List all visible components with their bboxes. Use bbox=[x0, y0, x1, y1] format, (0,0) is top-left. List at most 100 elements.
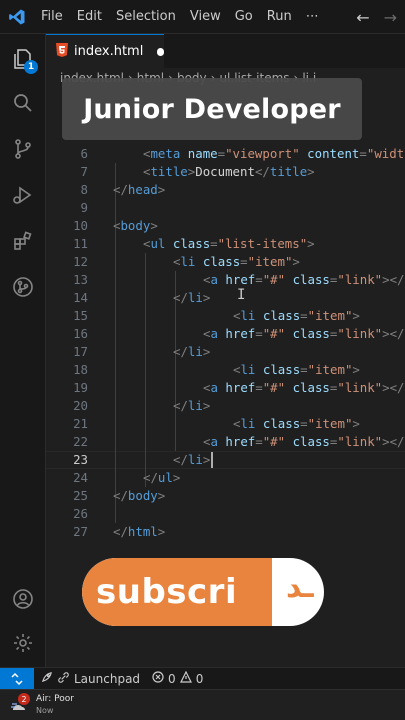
code-token: </ bbox=[113, 488, 128, 503]
menu-item[interactable]: File bbox=[34, 0, 70, 34]
code-token: a bbox=[210, 272, 218, 287]
menu-item[interactable]: Edit bbox=[70, 0, 109, 34]
code-token: "#" bbox=[262, 434, 286, 449]
code-token: "viewport" bbox=[225, 146, 300, 161]
menu-bar: File Edit Selection View Go Run ⋯ bbox=[34, 0, 326, 34]
code-line[interactable]: 27 </html> bbox=[46, 523, 405, 541]
code-line[interactable]: 12 <li class="item"> bbox=[46, 253, 405, 271]
settings-gear-icon[interactable] bbox=[0, 620, 46, 666]
code-token: > bbox=[157, 488, 166, 503]
code-line[interactable]: 22<a href="#" class="link"></a bbox=[46, 433, 405, 451]
code-line[interactable]: 17 </li> bbox=[46, 343, 405, 361]
code-token: class bbox=[172, 236, 211, 251]
weather-icon[interactable]: 2 bbox=[10, 693, 30, 714]
code-line[interactable]: 19<a href="#" class="link"></a bbox=[46, 379, 405, 397]
explorer-icon[interactable]: 1 bbox=[0, 36, 46, 82]
code-token: a bbox=[210, 326, 218, 341]
error-icon bbox=[152, 671, 164, 686]
weather-widget[interactable]: Air: Poor Now bbox=[36, 694, 74, 716]
code-token: name bbox=[187, 146, 218, 161]
code-line[interactable]: 8 </head> bbox=[46, 181, 405, 199]
code-token: > bbox=[382, 326, 390, 341]
code-token: li bbox=[240, 362, 256, 377]
line-number: 16 bbox=[73, 326, 88, 341]
code-line[interactable]: 7 <title>Document</title> bbox=[46, 163, 405, 181]
menu-item[interactable]: Run bbox=[260, 0, 299, 34]
code-text: </ul> bbox=[143, 469, 180, 487]
code-line[interactable]: 15 <li class="item"> bbox=[46, 307, 405, 325]
code-token: = bbox=[240, 254, 248, 269]
code-token: class bbox=[292, 326, 330, 341]
code-text: </head> bbox=[113, 181, 165, 199]
code-token: li bbox=[187, 452, 203, 467]
tab-index-html[interactable]: index.html bbox=[46, 34, 164, 68]
code-token: href bbox=[225, 272, 256, 287]
code-line[interactable]: 25 </body> bbox=[46, 487, 405, 505]
code-line[interactable]: 23 </li> bbox=[46, 451, 405, 469]
code-text: </body> bbox=[113, 487, 165, 505]
code-line[interactable]: 21 <li class="item"> bbox=[46, 415, 405, 433]
code-line[interactable]: 26 bbox=[46, 505, 405, 523]
unsaved-dot-icon[interactable] bbox=[157, 47, 164, 56]
launchpad-item[interactable]: Launchpad bbox=[34, 671, 146, 687]
tab-label: index.html bbox=[74, 44, 144, 59]
code-line[interactable]: 24 </ul> bbox=[46, 469, 405, 487]
code-token: "#" bbox=[262, 380, 286, 395]
code-line[interactable]: 14 </li> bbox=[46, 289, 405, 307]
code-token: title bbox=[150, 164, 188, 179]
code-token: </ bbox=[113, 182, 128, 197]
code-line[interactable]: 10 <body> bbox=[46, 217, 405, 235]
code-token: </ bbox=[143, 470, 158, 485]
code-line[interactable]: 16<a href="#" class="link"></a bbox=[46, 325, 405, 343]
extensions-icon[interactable] bbox=[0, 218, 46, 264]
code-token: </ bbox=[254, 164, 270, 179]
code-text: <li class="item"> bbox=[173, 253, 300, 271]
code-line[interactable]: 13<a href="#" class="link"></a bbox=[46, 271, 405, 289]
problems-item[interactable]: 0 0 bbox=[146, 670, 209, 686]
line-number: 17 bbox=[73, 344, 88, 359]
code-token: > bbox=[202, 344, 211, 359]
line-number: 22 bbox=[73, 434, 88, 449]
remote-indicator-icon[interactable] bbox=[0, 667, 34, 690]
code-token: html bbox=[127, 524, 158, 539]
code-token: ul bbox=[150, 236, 166, 251]
menu-item[interactable]: Go bbox=[228, 0, 260, 34]
forward-arrow-icon[interactable]: → bbox=[384, 8, 397, 27]
back-arrow-icon[interactable]: ← bbox=[356, 8, 369, 27]
code-token: > bbox=[172, 470, 181, 485]
menu-item[interactable]: View bbox=[183, 0, 228, 34]
code-line[interactable]: 20 </li> bbox=[46, 397, 405, 415]
code-token: "item" bbox=[307, 308, 353, 323]
code-token: > bbox=[150, 218, 158, 233]
code-token: </ bbox=[173, 398, 188, 413]
video-title-overlay: Junior Developer bbox=[62, 78, 362, 140]
code-token: title bbox=[269, 164, 308, 179]
title-bar: File Edit Selection View Go Run ⋯ ← → bbox=[0, 0, 405, 34]
account-icon[interactable] bbox=[0, 576, 46, 622]
code-line[interactable]: 11 <ul class="list-items"> bbox=[46, 235, 405, 253]
line-number: 9 bbox=[80, 200, 88, 215]
code-token: "item" bbox=[307, 362, 353, 377]
rocket-icon bbox=[40, 671, 53, 687]
line-number: 23 bbox=[73, 452, 88, 467]
code-line[interactable]: 9 bbox=[46, 199, 405, 217]
code-token: </ bbox=[173, 290, 188, 305]
subscribe-button[interactable]: subscri ـد bbox=[82, 558, 324, 626]
menu-more-icon[interactable]: ⋯ bbox=[299, 0, 326, 34]
line-number: 7 bbox=[80, 164, 88, 179]
remote-explorer-icon[interactable] bbox=[0, 264, 46, 310]
code-line[interactable]: 18 <li class="item"> bbox=[46, 361, 405, 379]
menu-item[interactable]: Selection bbox=[109, 0, 183, 34]
line-number: 26 bbox=[73, 506, 88, 521]
code-token: "width bbox=[366, 146, 405, 161]
code-token: = bbox=[359, 146, 367, 161]
search-icon[interactable] bbox=[0, 80, 46, 126]
code-line[interactable]: 6 <meta name="viewport" content="width bbox=[46, 145, 405, 163]
source-control-icon[interactable] bbox=[0, 126, 46, 172]
line-number: 18 bbox=[73, 362, 88, 377]
run-debug-icon[interactable] bbox=[0, 172, 46, 218]
code-token: > bbox=[382, 434, 390, 449]
